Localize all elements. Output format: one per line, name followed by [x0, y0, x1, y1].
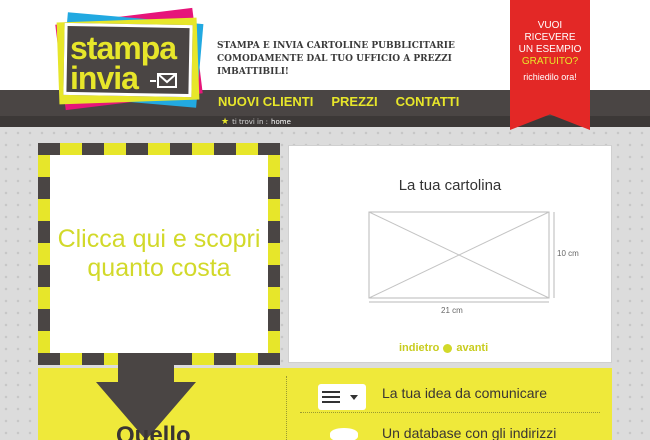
height-label: 10 cm [557, 249, 579, 258]
envelope-icon [150, 73, 177, 88]
database-icon [330, 428, 358, 440]
section-heading: Quello [116, 422, 191, 440]
divider [300, 412, 600, 413]
feature-database: Un database con gli indirizzi [382, 425, 557, 440]
nav-item-nuovi-clienti[interactable]: NUOVI CLIENTI [218, 94, 313, 109]
price-promo-text: Clicca qui e scopri quanto costa [57, 225, 261, 282]
logo[interactable]: stampa invia [55, 6, 206, 111]
nav-item-prezzi[interactable]: PREZZI [331, 94, 377, 109]
postcard-panel: La tua cartolina 21 cm 10 cm indietro av… [288, 145, 612, 363]
prev-link[interactable]: indietro [399, 342, 439, 354]
ribbon-line3: UN ESEMPIO [518, 44, 582, 55]
free-sample-ribbon[interactable]: VUOI RICEVERE UN ESEMPIO GRATUITO? richi… [510, 0, 590, 130]
dot-icon [443, 343, 453, 353]
breadcrumb-current[interactable]: home [271, 118, 291, 126]
ribbon-line4: GRATUITO? [521, 56, 579, 67]
breadcrumb-prefix: ti trovi in : [232, 118, 269, 126]
nav-item-contatti[interactable]: CONTATTI [396, 94, 460, 109]
star-icon: ★ [221, 117, 230, 127]
postcard-title: La tua cartolina [398, 177, 502, 194]
postcard-diagram [368, 211, 555, 303]
main-nav: NUOVI CLIENTI PREZZI CONTATTI [218, 94, 459, 109]
divider [286, 376, 287, 440]
pager: indietro avanti [399, 342, 488, 354]
tagline: STAMPA E INVIA CARTOLINE PUBBLICITARIE C… [217, 41, 455, 77]
next-link[interactable]: avanti [456, 342, 488, 354]
ribbon-line1: VUOI [537, 20, 563, 31]
price-promo-inner: Clicca qui e scopri quanto costa [50, 155, 268, 353]
logo-text-invia: invia [70, 60, 139, 96]
breadcrumb: ★ ti trovi in : home [221, 117, 291, 127]
ribbon-line2: RICEVERE [524, 32, 576, 43]
feature-idea: La tua idea da comunicare [382, 385, 547, 401]
price-promo-box[interactable]: Clicca qui e scopri quanto costa [38, 143, 280, 365]
ribbon-cta: richiedilo ora! [523, 72, 577, 82]
width-label: 21 cm [441, 306, 463, 315]
menu-icon [318, 384, 366, 410]
